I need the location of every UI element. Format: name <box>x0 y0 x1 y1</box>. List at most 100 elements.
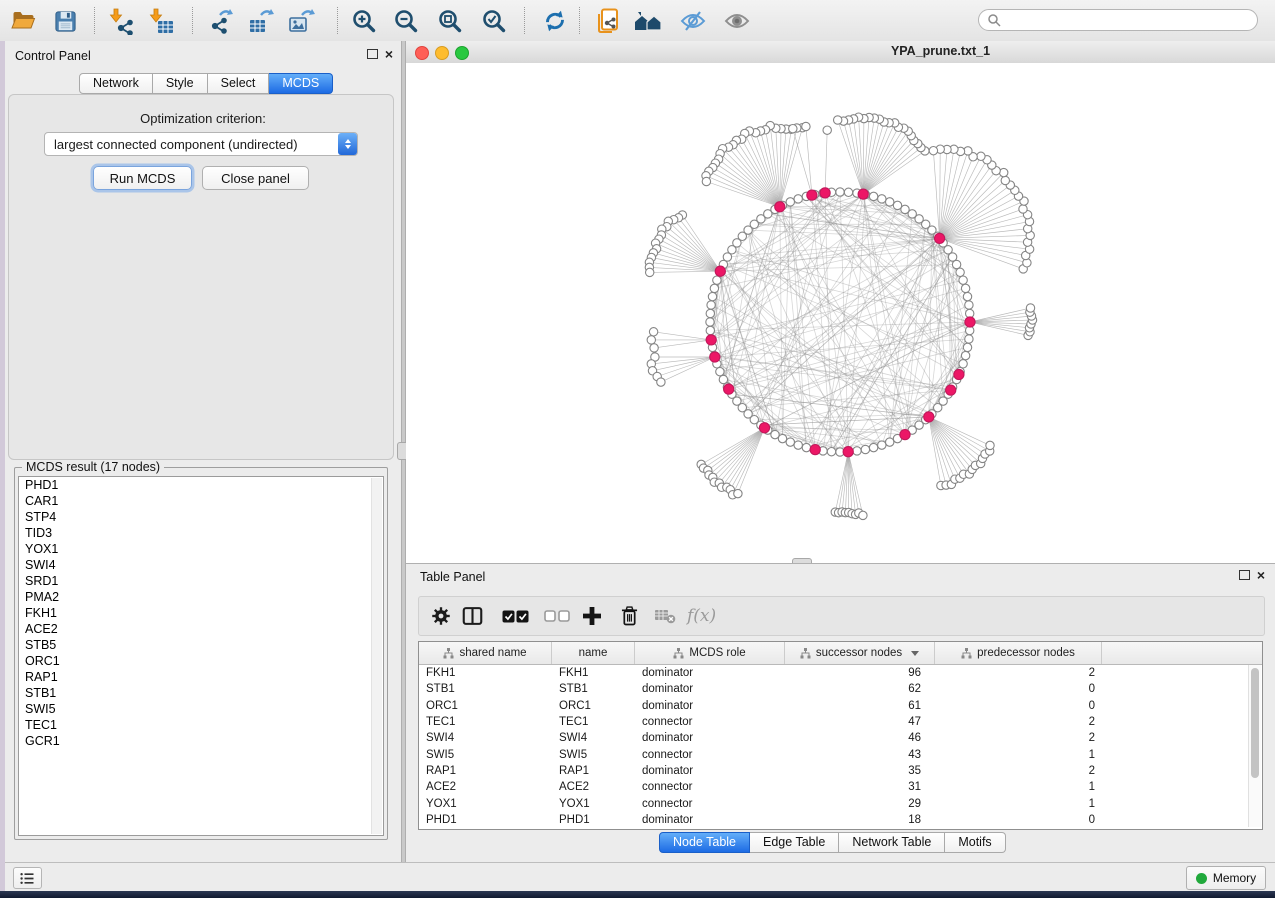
tab-style[interactable]: Style <box>153 73 208 94</box>
mcds-result-item[interactable]: PHD1 <box>19 477 383 493</box>
settings-gear-icon[interactable] <box>431 605 451 627</box>
close-table-panel-icon[interactable]: × <box>1257 570 1265 580</box>
table-row[interactable]: ACE2ACE2connector311 <box>419 779 1262 795</box>
network-window-titlebar[interactable]: YPA_prune.txt_1 <box>406 41 1275 64</box>
mcds-result-item[interactable]: CAR1 <box>19 493 383 509</box>
list-scrollbar[interactable] <box>371 478 382 834</box>
table-scrollbar[interactable] <box>1248 665 1261 827</box>
sort-descending-icon <box>911 651 919 660</box>
split-panel-icon[interactable] <box>462 605 483 627</box>
table-cell: 2 <box>935 667 1102 679</box>
float-table-panel-icon[interactable] <box>1239 570 1250 580</box>
mcds-result-item[interactable]: FKH1 <box>19 605 383 621</box>
add-column-icon[interactable] <box>582 605 602 627</box>
search-input[interactable] <box>1006 12 1257 28</box>
table-row[interactable]: TEC1TEC1connector472 <box>419 714 1262 730</box>
show-eye-icon[interactable] <box>722 6 752 36</box>
tab-select[interactable]: Select <box>208 73 270 94</box>
zoom-in-icon[interactable] <box>349 6 379 36</box>
minimize-window-icon[interactable] <box>435 46 449 60</box>
import-network-icon[interactable] <box>106 6 136 36</box>
column-header-predecessor-nodes[interactable]: predecessor nodes <box>935 642 1102 664</box>
tab-edge-table[interactable]: Edge Table <box>750 832 839 853</box>
select-all-icon[interactable] <box>502 605 529 627</box>
mcds-result-item[interactable]: SWI5 <box>19 701 383 717</box>
home-icon[interactable] <box>633 6 663 36</box>
deselect-all-icon[interactable] <box>544 605 570 627</box>
hide-selected-eye-icon[interactable] <box>678 6 708 36</box>
mcds-result-item[interactable]: GCR1 <box>19 733 383 749</box>
network-canvas[interactable] <box>406 63 1275 563</box>
apply-function-icon[interactable]: f(x) <box>687 605 716 627</box>
refresh-icon[interactable] <box>540 6 570 36</box>
network-graph[interactable] <box>406 63 1275 563</box>
save-session-icon[interactable] <box>50 6 80 36</box>
delete-table-icon[interactable] <box>654 605 676 627</box>
tab-mcds[interactable]: MCDS <box>269 73 333 94</box>
close-panel-button[interactable]: Close panel <box>202 166 309 190</box>
table-cell: 96 <box>785 667 935 679</box>
column-header-shared-name[interactable]: shared name <box>419 642 552 664</box>
column-header-successor-nodes[interactable]: successor nodes <box>785 642 935 664</box>
main-toolbar <box>0 0 1275 42</box>
mcds-result-item[interactable]: YOX1 <box>19 541 383 557</box>
tab-motifs[interactable]: Motifs <box>945 832 1005 853</box>
table-row[interactable]: SWI4SWI4dominator462 <box>419 730 1262 746</box>
mcds-result-item[interactable]: ORC1 <box>19 653 383 669</box>
mcds-result-item[interactable]: TEC1 <box>19 717 383 733</box>
table-row[interactable]: YOX1YOX1connector291 <box>419 795 1262 811</box>
table-cell: SWI4 <box>419 732 552 744</box>
scrollbar-thumb[interactable] <box>1251 668 1259 778</box>
show-log-button[interactable] <box>13 867 42 889</box>
export-network-icon[interactable] <box>206 6 236 36</box>
tab-node-table[interactable]: Node Table <box>659 832 750 853</box>
mcds-result-item[interactable]: STB5 <box>19 637 383 653</box>
close-window-icon[interactable] <box>415 46 429 60</box>
table-cell: TEC1 <box>552 716 635 728</box>
mcds-result-item[interactable]: SWI4 <box>19 557 383 573</box>
table-cell: FKH1 <box>552 667 635 679</box>
import-table-icon[interactable] <box>146 6 176 36</box>
zoom-out-icon[interactable] <box>391 6 421 36</box>
column-header-mcds-role[interactable]: MCDS role <box>635 642 785 664</box>
zoom-fit-icon[interactable] <box>435 6 465 36</box>
column-header-name[interactable]: name <box>552 642 635 664</box>
table-row[interactable]: SWI5SWI5connector431 <box>419 746 1262 762</box>
mcds-result-item[interactable]: STP4 <box>19 509 383 525</box>
tab-network-table[interactable]: Network Table <box>839 832 945 853</box>
table-cell: SWI4 <box>552 732 635 744</box>
desktop-wallpaper <box>0 891 1275 898</box>
mcds-result-item[interactable]: STB1 <box>19 685 383 701</box>
search-icon <box>987 13 1001 27</box>
table-cell: dominator <box>635 732 785 744</box>
export-table-icon[interactable] <box>246 6 276 36</box>
hierarchy-icon <box>673 648 684 659</box>
table-row[interactable]: STB1STB1dominator620 <box>419 681 1262 697</box>
mcds-result-item[interactable]: RAP1 <box>19 669 383 685</box>
memory-button[interactable]: Memory <box>1186 866 1266 890</box>
zoom-selected-icon[interactable] <box>479 6 509 36</box>
share-document-icon[interactable] <box>594 6 624 36</box>
table-cell: PHD1 <box>419 814 552 826</box>
table-row[interactable]: PHD1PHD1dominator180 <box>419 812 1262 828</box>
table-row[interactable]: RAP1RAP1dominator352 <box>419 763 1262 779</box>
close-panel-icon[interactable]: × <box>385 49 393 59</box>
table-cell: 18 <box>785 814 935 826</box>
table-row[interactable]: ORC1ORC1dominator610 <box>419 698 1262 714</box>
delete-column-icon[interactable] <box>621 605 638 627</box>
criterion-select[interactable]: largest connected component (undirected) <box>44 132 358 156</box>
mcds-result-list[interactable]: PHD1CAR1STP4TID3YOX1SWI4SRD1PMA2FKH1ACE2… <box>18 476 384 836</box>
open-session-icon[interactable] <box>8 6 38 36</box>
float-panel-icon[interactable] <box>367 49 378 59</box>
tab-network[interactable]: Network <box>79 73 153 94</box>
search-field[interactable] <box>978 9 1258 31</box>
export-image-icon[interactable] <box>286 6 316 36</box>
mcds-result-item[interactable]: SRD1 <box>19 573 383 589</box>
mcds-result-item[interactable]: ACE2 <box>19 621 383 637</box>
mcds-result-item[interactable]: TID3 <box>19 525 383 541</box>
run-mcds-button[interactable]: Run MCDS <box>93 166 192 190</box>
mcds-result-item[interactable]: PMA2 <box>19 589 383 605</box>
table-row[interactable]: FKH1FKH1dominator962 <box>419 665 1262 681</box>
table-header: shared name name MCDS role successor nod… <box>419 642 1262 665</box>
maximize-window-icon[interactable] <box>455 46 469 60</box>
